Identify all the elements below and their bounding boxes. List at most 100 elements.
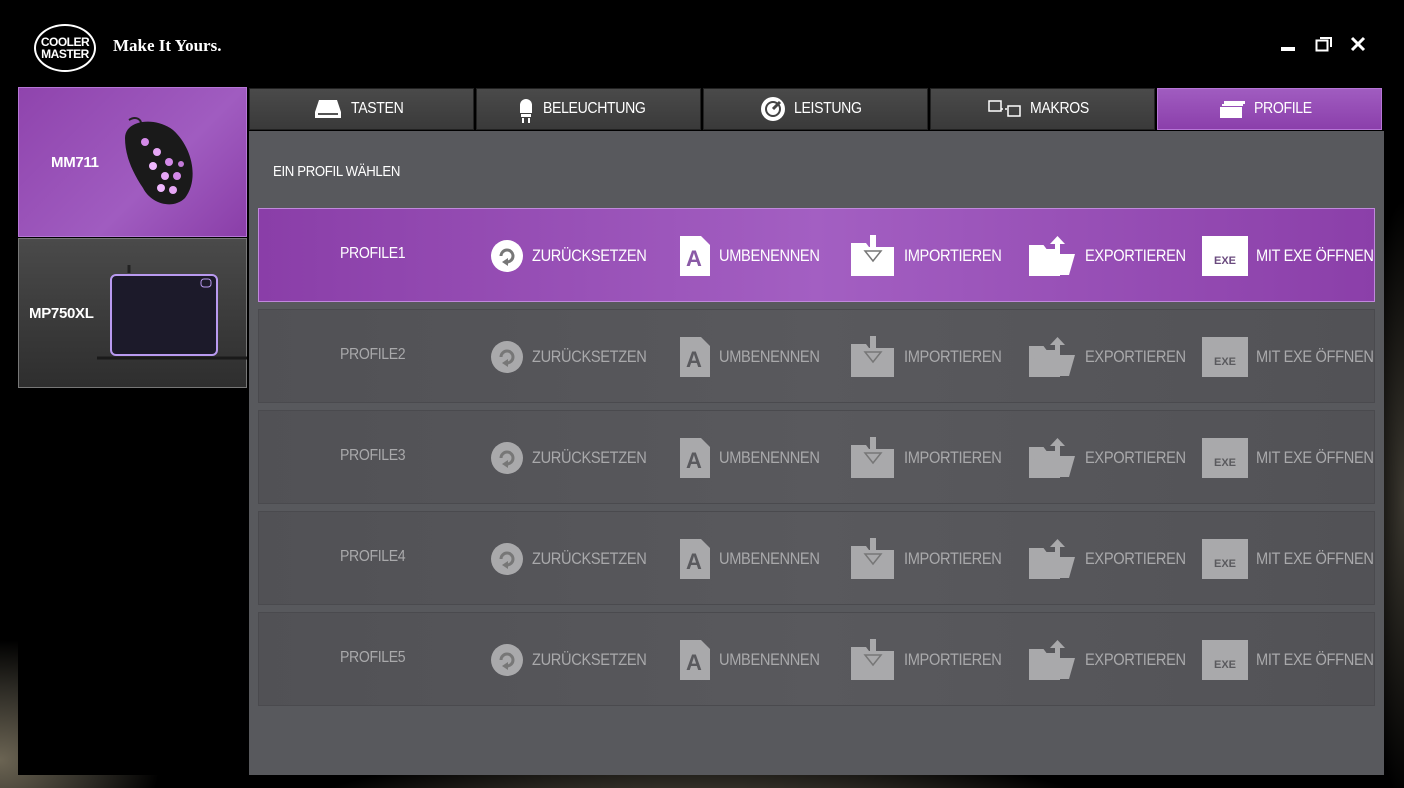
reset-label: ZURÜCKSETZEN bbox=[532, 347, 647, 366]
rename-icon: A bbox=[679, 538, 711, 580]
mousepad-image bbox=[97, 265, 247, 370]
rename-icon: A bbox=[679, 437, 711, 479]
open-exe-button[interactable]: EXE MIT EXE ÖFFNEN bbox=[1202, 637, 1393, 683]
open-exe-button[interactable]: EXE MIT EXE ÖFFNEN bbox=[1202, 536, 1393, 582]
import-label: IMPORTIEREN bbox=[904, 549, 1002, 568]
cooler-master-logo: COOLER MASTER bbox=[34, 24, 96, 72]
export-label: EXPORTIEREN bbox=[1085, 549, 1186, 568]
open-exe-button[interactable]: EXE MIT EXE ÖFFNEN bbox=[1202, 334, 1393, 380]
import-label: IMPORTIEREN bbox=[904, 650, 1002, 669]
import-button[interactable]: IMPORTIEREN bbox=[850, 334, 1017, 380]
rename-button[interactable]: A UMBENENNEN bbox=[679, 435, 836, 481]
profile-row-5[interactable]: PROFILE5 ZURÜCKSETZEN A UMBENENNEN IMPOR… bbox=[258, 612, 1375, 706]
import-label: IMPORTIEREN bbox=[904, 448, 1002, 467]
exe-window-icon: EXE bbox=[1202, 337, 1248, 377]
profile-icon bbox=[1219, 100, 1246, 118]
import-button[interactable]: IMPORTIEREN bbox=[850, 233, 1017, 279]
reset-icon bbox=[490, 542, 524, 576]
export-label: EXPORTIEREN bbox=[1085, 246, 1186, 265]
exe-badge: EXE bbox=[1214, 356, 1236, 368]
tab-leistung[interactable]: LEISTUNG bbox=[703, 88, 928, 130]
import-button[interactable]: IMPORTIEREN bbox=[850, 637, 1017, 683]
minimize-icon bbox=[1280, 36, 1296, 57]
rename-glyph: A bbox=[686, 347, 702, 372]
reset-label: ZURÜCKSETZEN bbox=[532, 549, 647, 568]
reset-icon bbox=[490, 441, 524, 475]
performance-icon bbox=[760, 96, 786, 122]
tab-profile[interactable]: PROFILE bbox=[1157, 88, 1382, 130]
close-button[interactable] bbox=[1346, 34, 1370, 58]
import-label: IMPORTIEREN bbox=[904, 347, 1002, 366]
reset-icon bbox=[490, 643, 524, 677]
rename-glyph: A bbox=[686, 448, 702, 473]
exe-badge: EXE bbox=[1214, 558, 1236, 570]
export-button[interactable]: EXPORTIEREN bbox=[1029, 435, 1202, 481]
import-button[interactable]: IMPORTIEREN bbox=[850, 536, 1017, 582]
open-exe-button[interactable]: EXE MIT EXE ÖFFNEN bbox=[1202, 233, 1393, 279]
open-exe-label: MIT EXE ÖFFNEN bbox=[1256, 246, 1374, 265]
rename-glyph: A bbox=[686, 246, 702, 271]
import-button[interactable]: IMPORTIEREN bbox=[850, 435, 1017, 481]
export-icon bbox=[1029, 539, 1077, 579]
macro-icon bbox=[988, 99, 1022, 119]
export-label: EXPORTIEREN bbox=[1085, 650, 1186, 669]
rename-label: UMBENENNEN bbox=[719, 549, 820, 568]
tab-label: LEISTUNG bbox=[794, 100, 862, 117]
reset-button[interactable]: ZURÜCKSETZEN bbox=[490, 334, 665, 380]
open-exe-label: MIT EXE ÖFFNEN bbox=[1256, 448, 1374, 467]
rename-button[interactable]: A UMBENENNEN bbox=[679, 233, 836, 279]
profile-panel: EIN PROFIL WÄHLEN PROFILE1 ZURÜCKSETZEN … bbox=[249, 131, 1384, 775]
open-exe-label: MIT EXE ÖFFNEN bbox=[1256, 347, 1374, 366]
profile-row-1[interactable]: PROFILE1 ZURÜCKSETZEN A UMBENENNEN IMPOR… bbox=[258, 208, 1375, 302]
restore-button[interactable] bbox=[1312, 34, 1336, 58]
tagline: Make It Yours. bbox=[113, 36, 222, 55]
rename-button[interactable]: A UMBENENNEN bbox=[679, 334, 836, 380]
profile-name: PROFILE3 bbox=[340, 447, 406, 464]
profile-row-3[interactable]: PROFILE3 ZURÜCKSETZEN A UMBENENNEN IMPOR… bbox=[258, 410, 1375, 504]
exe-window-icon: EXE bbox=[1202, 236, 1248, 276]
tab-makros[interactable]: MAKROS bbox=[930, 88, 1155, 130]
device-label: MP750XL bbox=[29, 305, 94, 322]
profile-name: PROFILE2 bbox=[340, 346, 406, 363]
reset-button[interactable]: ZURÜCKSETZEN bbox=[490, 233, 665, 279]
export-label: EXPORTIEREN bbox=[1085, 347, 1186, 366]
export-button[interactable]: EXPORTIEREN bbox=[1029, 536, 1202, 582]
import-icon bbox=[850, 437, 896, 479]
device-mp750xl[interactable]: MP750XL bbox=[18, 238, 247, 388]
exe-badge: EXE bbox=[1214, 255, 1236, 267]
export-button[interactable]: EXPORTIEREN bbox=[1029, 334, 1202, 380]
rename-icon: A bbox=[679, 336, 711, 378]
open-exe-button[interactable]: EXE MIT EXE ÖFFNEN bbox=[1202, 435, 1393, 481]
export-button[interactable]: EXPORTIEREN bbox=[1029, 233, 1202, 279]
export-icon bbox=[1029, 438, 1077, 478]
lighting-icon bbox=[517, 95, 535, 123]
reset-label: ZURÜCKSETZEN bbox=[532, 448, 647, 467]
reset-button[interactable]: ZURÜCKSETZEN bbox=[490, 637, 665, 683]
tab-beleuchtung[interactable]: BELEUCHTUNG bbox=[476, 88, 701, 130]
export-button[interactable]: EXPORTIEREN bbox=[1029, 637, 1202, 683]
app-window: COOLER MASTER Make It Yours. MM711 MP750… bbox=[18, 0, 1384, 775]
minimize-button[interactable] bbox=[1276, 34, 1300, 58]
export-icon bbox=[1029, 236, 1077, 276]
rename-label: UMBENENNEN bbox=[719, 448, 820, 467]
rename-button[interactable]: A UMBENENNEN bbox=[679, 536, 836, 582]
rename-button[interactable]: A UMBENENNEN bbox=[679, 637, 836, 683]
close-icon bbox=[1350, 36, 1366, 57]
profile-row-2[interactable]: PROFILE2 ZURÜCKSETZEN A UMBENENNEN IMPOR… bbox=[258, 309, 1375, 403]
reset-button[interactable]: ZURÜCKSETZEN bbox=[490, 536, 665, 582]
device-mm711[interactable]: MM711 bbox=[18, 87, 247, 237]
export-icon bbox=[1029, 337, 1077, 377]
logo-line-2: MASTER bbox=[41, 47, 89, 61]
tab-label: BELEUCHTUNG bbox=[543, 100, 646, 117]
exe-badge: EXE bbox=[1214, 457, 1236, 469]
exe-window-icon: EXE bbox=[1202, 438, 1248, 478]
import-icon bbox=[850, 336, 896, 378]
export-label: EXPORTIEREN bbox=[1085, 448, 1186, 467]
main-tabs: TASTEN BELEUCHTUNG LEISTUNG MAKROS PROFI… bbox=[249, 88, 1384, 130]
rename-glyph: A bbox=[686, 650, 702, 675]
reset-button[interactable]: ZURÜCKSETZEN bbox=[490, 435, 665, 481]
profile-row-4[interactable]: PROFILE4 ZURÜCKSETZEN A UMBENENNEN IMPOR… bbox=[258, 511, 1375, 605]
profile-name: PROFILE5 bbox=[340, 649, 406, 666]
tab-tasten[interactable]: TASTEN bbox=[249, 88, 474, 130]
import-icon bbox=[850, 639, 896, 681]
